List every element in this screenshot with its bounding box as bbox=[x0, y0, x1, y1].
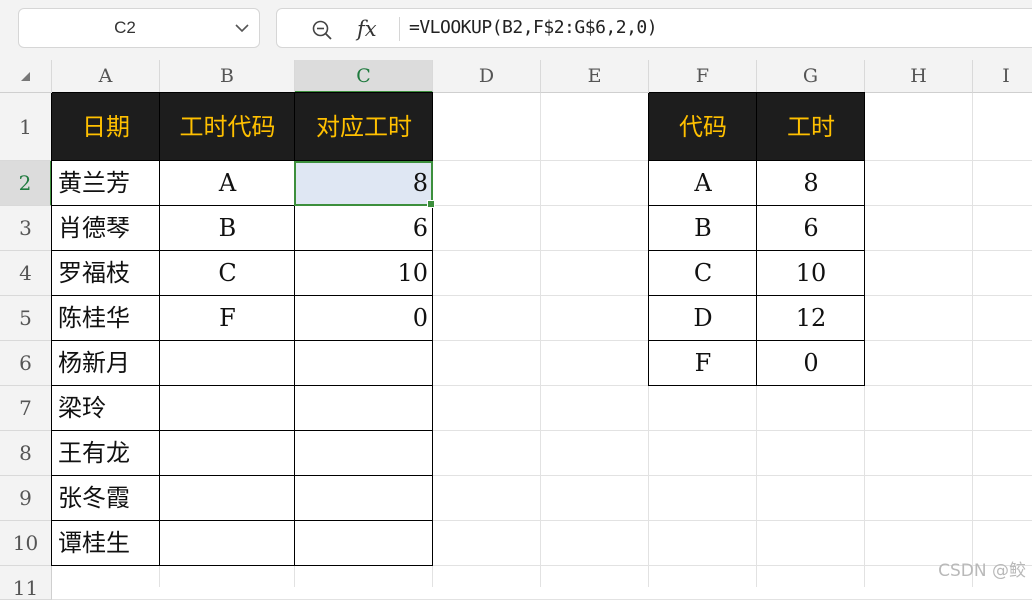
cell-border bbox=[51, 93, 52, 566]
cell-border bbox=[52, 520, 433, 521]
table2-header-1[interactable]: 工时 bbox=[757, 93, 865, 161]
row-header-11[interactable]: 11 bbox=[0, 566, 52, 600]
cell-border bbox=[52, 385, 433, 386]
zoom-out-icon[interactable] bbox=[311, 19, 333, 41]
cell-c9[interactable] bbox=[295, 476, 433, 521]
cell-g4[interactable]: 10 bbox=[757, 251, 865, 296]
cell-border bbox=[649, 250, 865, 251]
select-all-corner[interactable] bbox=[0, 60, 52, 93]
row-header-8[interactable]: 8 bbox=[0, 431, 52, 476]
cell-border bbox=[52, 475, 433, 476]
cell-a2[interactable]: 黄兰芳 bbox=[52, 161, 160, 206]
column-header-h[interactable]: H bbox=[865, 60, 973, 93]
cell-b10[interactable] bbox=[160, 521, 295, 566]
cell-border bbox=[649, 160, 865, 161]
cell-b3[interactable]: B bbox=[160, 206, 295, 251]
cell-c5[interactable]: 0 bbox=[295, 296, 433, 341]
cell-g6[interactable]: 0 bbox=[757, 341, 865, 386]
cell-a8[interactable]: 王有龙 bbox=[52, 431, 160, 476]
cell-b7[interactable] bbox=[160, 386, 295, 431]
cell-border bbox=[159, 93, 160, 566]
formula-separator bbox=[399, 17, 400, 41]
cell-f2[interactable]: A bbox=[649, 161, 757, 206]
formula-toolbar: C2 fx =VLOOKUP(B2,F$2:G$6,2,0) bbox=[0, 0, 1032, 60]
row-header-5[interactable]: 5 bbox=[0, 296, 52, 341]
cell-border bbox=[52, 430, 433, 431]
cell-b8[interactable] bbox=[160, 431, 295, 476]
formula-bar[interactable]: fx =VLOOKUP(B2,F$2:G$6,2,0) bbox=[276, 8, 1032, 48]
row-header-4[interactable]: 4 bbox=[0, 251, 52, 296]
cell-a3[interactable]: 肖德琴 bbox=[52, 206, 160, 251]
row-header-3[interactable]: 3 bbox=[0, 206, 52, 251]
cell-a5[interactable]: 陈桂华 bbox=[52, 296, 160, 341]
cell-f3[interactable]: B bbox=[649, 206, 757, 251]
cell-border bbox=[648, 93, 649, 386]
cell-border bbox=[649, 92, 865, 93]
cell-a6[interactable]: 杨新月 bbox=[52, 341, 160, 386]
cell-b6[interactable] bbox=[160, 341, 295, 386]
table1-header-1[interactable]: 工时代码 bbox=[160, 93, 295, 161]
row-header-7[interactable]: 7 bbox=[0, 386, 52, 431]
cell-border bbox=[52, 250, 433, 251]
cell-a10[interactable]: 谭桂生 bbox=[52, 521, 160, 566]
row-header-9[interactable]: 9 bbox=[0, 476, 52, 521]
cell-f5[interactable]: D bbox=[649, 296, 757, 341]
column-header-f[interactable]: F bbox=[649, 60, 757, 93]
cell-border bbox=[52, 565, 433, 566]
fx-icon[interactable]: fx bbox=[357, 13, 377, 45]
active-cell-c2[interactable] bbox=[294, 161, 435, 208]
cell-border bbox=[52, 295, 433, 296]
chevron-down-icon[interactable] bbox=[235, 23, 249, 33]
cell-b9[interactable] bbox=[160, 476, 295, 521]
cell-c4[interactable]: 10 bbox=[295, 251, 433, 296]
row-header-2[interactable]: 2 bbox=[0, 161, 52, 206]
cell-g2[interactable]: 8 bbox=[757, 161, 865, 206]
table1-header-0[interactable]: 日期 bbox=[52, 93, 160, 161]
cell-border bbox=[756, 93, 757, 386]
row-header-1[interactable]: 1 bbox=[0, 93, 52, 161]
row-header-10[interactable]: 10 bbox=[0, 521, 52, 566]
table1-header-2[interactable]: 对应工时 bbox=[295, 93, 433, 161]
column-header-e[interactable]: E bbox=[541, 60, 649, 93]
select-all-icon bbox=[21, 72, 30, 81]
cell-border bbox=[52, 92, 433, 93]
cell-c6[interactable] bbox=[295, 341, 433, 386]
formula-input[interactable]: =VLOOKUP(B2,F$2:G$6,2,0) bbox=[409, 9, 658, 47]
column-header-b[interactable]: B bbox=[160, 60, 295, 93]
cell-a7[interactable]: 梁玲 bbox=[52, 386, 160, 431]
column-header-i[interactable]: I bbox=[973, 60, 1032, 93]
cell-a4[interactable]: 罗福枝 bbox=[52, 251, 160, 296]
cell-c3[interactable]: 6 bbox=[295, 206, 433, 251]
cell-border bbox=[649, 385, 865, 386]
row-header-6[interactable]: 6 bbox=[0, 341, 52, 386]
cell-c8[interactable] bbox=[295, 431, 433, 476]
gridline-horizontal bbox=[52, 599, 1032, 600]
cell-f4[interactable]: C bbox=[649, 251, 757, 296]
name-box[interactable]: C2 bbox=[18, 8, 260, 48]
cell-border bbox=[864, 93, 865, 386]
cell-b5[interactable]: F bbox=[160, 296, 295, 341]
watermark: CSDN @鲛 bbox=[938, 561, 1026, 581]
fill-handle[interactable] bbox=[427, 200, 435, 208]
column-header-d[interactable]: D bbox=[433, 60, 541, 93]
cell-c7[interactable] bbox=[295, 386, 433, 431]
cell-border bbox=[649, 295, 865, 296]
cell-c10[interactable] bbox=[295, 521, 433, 566]
column-header-a[interactable]: A bbox=[52, 60, 160, 93]
cell-b2[interactable]: A bbox=[160, 161, 295, 206]
table2-header-0[interactable]: 代码 bbox=[649, 93, 757, 161]
cell-g3[interactable]: 6 bbox=[757, 206, 865, 251]
cell-g5[interactable]: 12 bbox=[757, 296, 865, 341]
column-header-c[interactable]: C bbox=[295, 60, 433, 93]
cell-f6[interactable]: F bbox=[649, 341, 757, 386]
cell-border bbox=[52, 340, 433, 341]
cell-border bbox=[649, 205, 865, 206]
cell-border bbox=[649, 340, 865, 341]
name-box-value: C2 bbox=[114, 18, 136, 37]
cell-b4[interactable]: C bbox=[160, 251, 295, 296]
cell-a9[interactable]: 张冬霞 bbox=[52, 476, 160, 521]
column-header-g[interactable]: G bbox=[757, 60, 865, 93]
